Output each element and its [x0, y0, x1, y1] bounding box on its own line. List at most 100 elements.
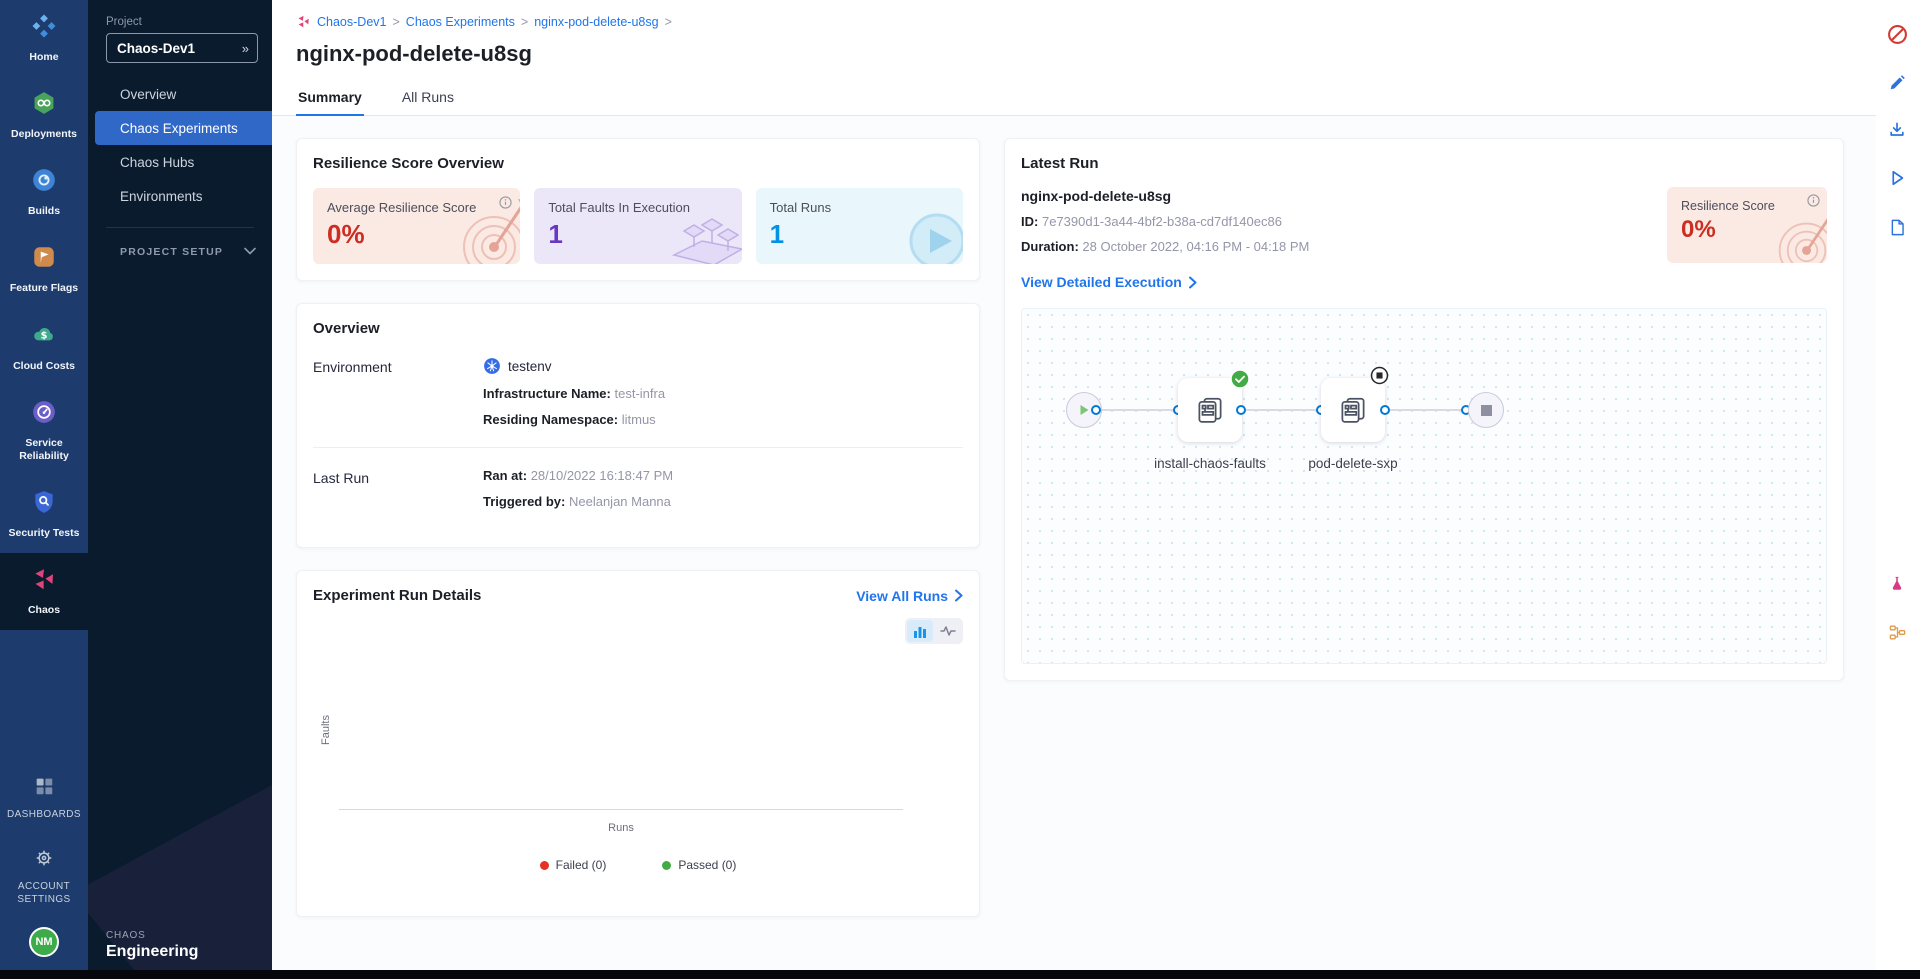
breadcrumb-separator: > — [392, 15, 399, 29]
chart-xlabel: Runs — [339, 822, 903, 834]
pipeline-view-button[interactable] — [1885, 620, 1909, 644]
tab-all-runs[interactable]: All Runs — [400, 81, 456, 115]
sidebar-item-cloud-costs[interactable]: $ Cloud Costs — [0, 309, 88, 386]
sidebar-item-label: Security Tests — [8, 527, 79, 540]
resilience-score-tile: Resilience Score 0% — [1667, 187, 1827, 263]
disable-experiment-button[interactable] — [1885, 22, 1909, 46]
view-detailed-execution-link[interactable]: View Detailed Execution — [1021, 274, 1197, 290]
project-setup-toggle[interactable]: PROJECT SETUP — [88, 228, 272, 258]
run-experiment-button[interactable] — [1885, 166, 1909, 190]
chart-type-toggle — [905, 618, 963, 644]
right-column: Latest Run nginx-pod-delete-u8sg ID: 7e7… — [1004, 138, 1844, 681]
card-title: Overview — [313, 320, 963, 337]
breadcrumb-link-project[interactable]: Chaos-Dev1 — [317, 15, 386, 29]
project-sidebar: Project Chaos-Dev1 » Overview Chaos Expe… — [88, 0, 272, 979]
sitemap-icon — [1888, 623, 1907, 642]
connector-dot[interactable] — [1236, 405, 1246, 415]
flask-icon — [1888, 575, 1906, 593]
sidebar-item-label: Service Reliability — [2, 437, 86, 463]
tile-label: Total Faults In Execution — [548, 200, 727, 215]
pencil-icon — [1888, 73, 1907, 92]
kubernetes-icon — [483, 357, 501, 375]
sidebar-item-security-tests[interactable]: Security Tests — [0, 476, 88, 553]
bar-chart-toggle-button[interactable] — [907, 620, 933, 642]
sidebar-item-service-reliability[interactable]: Service Reliability — [0, 386, 88, 476]
view-detailed-execution-label: View Detailed Execution — [1021, 274, 1182, 290]
project-name: Chaos-Dev1 — [117, 41, 195, 56]
sidebar-item-builds[interactable]: Builds — [0, 154, 88, 231]
project-selector[interactable]: Chaos-Dev1 » — [106, 33, 258, 63]
sidebar-item-label: Cloud Costs — [13, 360, 75, 373]
page-header: Chaos-Dev1 > Chaos Experiments > nginx-p… — [272, 0, 1920, 81]
environment-row: Environment testenv Infrastructure Name:… — [313, 337, 963, 431]
branding-small: CHAOS — [106, 930, 198, 941]
sidebar-item-environments[interactable]: Environments — [88, 179, 272, 213]
namespace-row: Residing Namespace: litmus — [483, 412, 963, 427]
bar-chart-icon — [913, 625, 927, 638]
average-resilience-score-tile: Average Resilience Score 0% — [313, 188, 520, 264]
legend-item-passed: Passed (0) — [662, 858, 736, 872]
target-illustration — [1751, 198, 1827, 263]
sidebar-item-label: Feature Flags — [10, 282, 78, 295]
cloud-costs-icon: $ — [31, 322, 57, 353]
stopped-badge-icon — [1370, 366, 1389, 390]
legend-label: Passed (0) — [678, 858, 736, 872]
sidebar-item-dashboards[interactable]: DASHBOARDS — [0, 762, 88, 835]
pipeline-node-label: pod-delete-sxp — [1293, 455, 1413, 473]
connector-dot[interactable] — [1380, 405, 1390, 415]
breadcrumb-separator: > — [665, 15, 672, 29]
experiment-run-details-card: Experiment Run Details View All Runs — [296, 570, 980, 917]
tab-bar: Summary All Runs — [272, 81, 1920, 116]
sidebar-item-chaos-hubs[interactable]: Chaos Hubs — [88, 145, 272, 179]
sidebar-item-overview[interactable]: Overview — [88, 77, 272, 111]
ran-at-label: Ran at: — [483, 468, 527, 483]
card-title: Latest Run — [1021, 155, 1827, 172]
view-manifest-button[interactable] — [1885, 215, 1909, 239]
pipeline-diagram: install-chaos-faults pod-delete-sxp — [1021, 308, 1827, 664]
pipeline-end-node[interactable] — [1468, 392, 1504, 428]
view-all-runs-link[interactable]: View All Runs — [856, 588, 963, 604]
avatar[interactable]: NM — [29, 927, 59, 957]
right-toolbar — [1876, 0, 1920, 979]
resilience-score-overview-card: Resilience Score Overview Average Resili… — [296, 138, 980, 281]
sidebar-item-chaos-experiments[interactable]: Chaos Experiments — [95, 111, 272, 145]
pipeline-node-pod-delete-sxp[interactable] — [1321, 378, 1385, 442]
dashboards-icon — [33, 775, 55, 802]
info-icon[interactable] — [499, 196, 512, 214]
pipeline-node-install-chaos-faults[interactable] — [1178, 378, 1242, 442]
sidebar-item-home[interactable]: Home — [0, 0, 88, 77]
connector-dot[interactable] — [1091, 405, 1101, 415]
deployments-icon — [31, 90, 57, 121]
view-all-runs-label: View All Runs — [856, 588, 948, 604]
stat-tiles: Average Resilience Score 0% Total Faults… — [313, 188, 963, 264]
legend-label: Failed (0) — [556, 858, 607, 872]
breadcrumb-link-experiment[interactable]: nginx-pod-delete-u8sg — [534, 15, 658, 29]
tab-summary[interactable]: Summary — [296, 81, 364, 115]
run-duration-label: Duration: — [1021, 239, 1079, 254]
experiment-flask-button[interactable] — [1885, 572, 1909, 596]
content-area: Resilience Score Overview Average Resili… — [272, 116, 1920, 979]
sidebar-item-deployments[interactable]: Deployments — [0, 77, 88, 154]
ran-at-row: Ran at: 28/10/2022 16:18:47 PM — [483, 468, 963, 483]
environment-name[interactable]: testenv — [508, 359, 552, 374]
tile-label: Total Runs — [770, 200, 949, 215]
last-run-row: Last Run Ran at: 28/10/2022 16:18:47 PM … — [313, 448, 963, 531]
branding-big: Engineering — [106, 943, 198, 961]
expand-icon[interactable]: » — [242, 41, 249, 56]
download-manifest-button[interactable] — [1885, 118, 1909, 142]
ran-at-value: 28/10/2022 16:18:47 PM — [531, 468, 673, 483]
left-column: Resilience Score Overview Average Resili… — [296, 138, 980, 917]
svg-text:$: $ — [41, 330, 48, 341]
breadcrumb-link-experiments[interactable]: Chaos Experiments — [406, 15, 515, 29]
failed-dot — [540, 861, 549, 870]
page-title: nginx-pod-delete-u8sg — [296, 41, 1896, 67]
runs-chart: Faults — [313, 650, 963, 810]
sidebar-item-account-settings[interactable]: ACCOUNT SETTINGS — [0, 834, 88, 919]
sidebar-item-chaos[interactable]: Chaos — [0, 553, 88, 630]
project-setup-label: PROJECT SETUP — [120, 246, 223, 258]
infrastructure-label: Infrastructure Name: — [483, 386, 611, 401]
product-branding: CHAOS Engineering — [106, 930, 198, 961]
edit-experiment-button[interactable] — [1885, 70, 1909, 94]
sidebar-item-feature-flags[interactable]: Feature Flags — [0, 231, 88, 308]
line-chart-toggle-button[interactable] — [935, 620, 961, 642]
